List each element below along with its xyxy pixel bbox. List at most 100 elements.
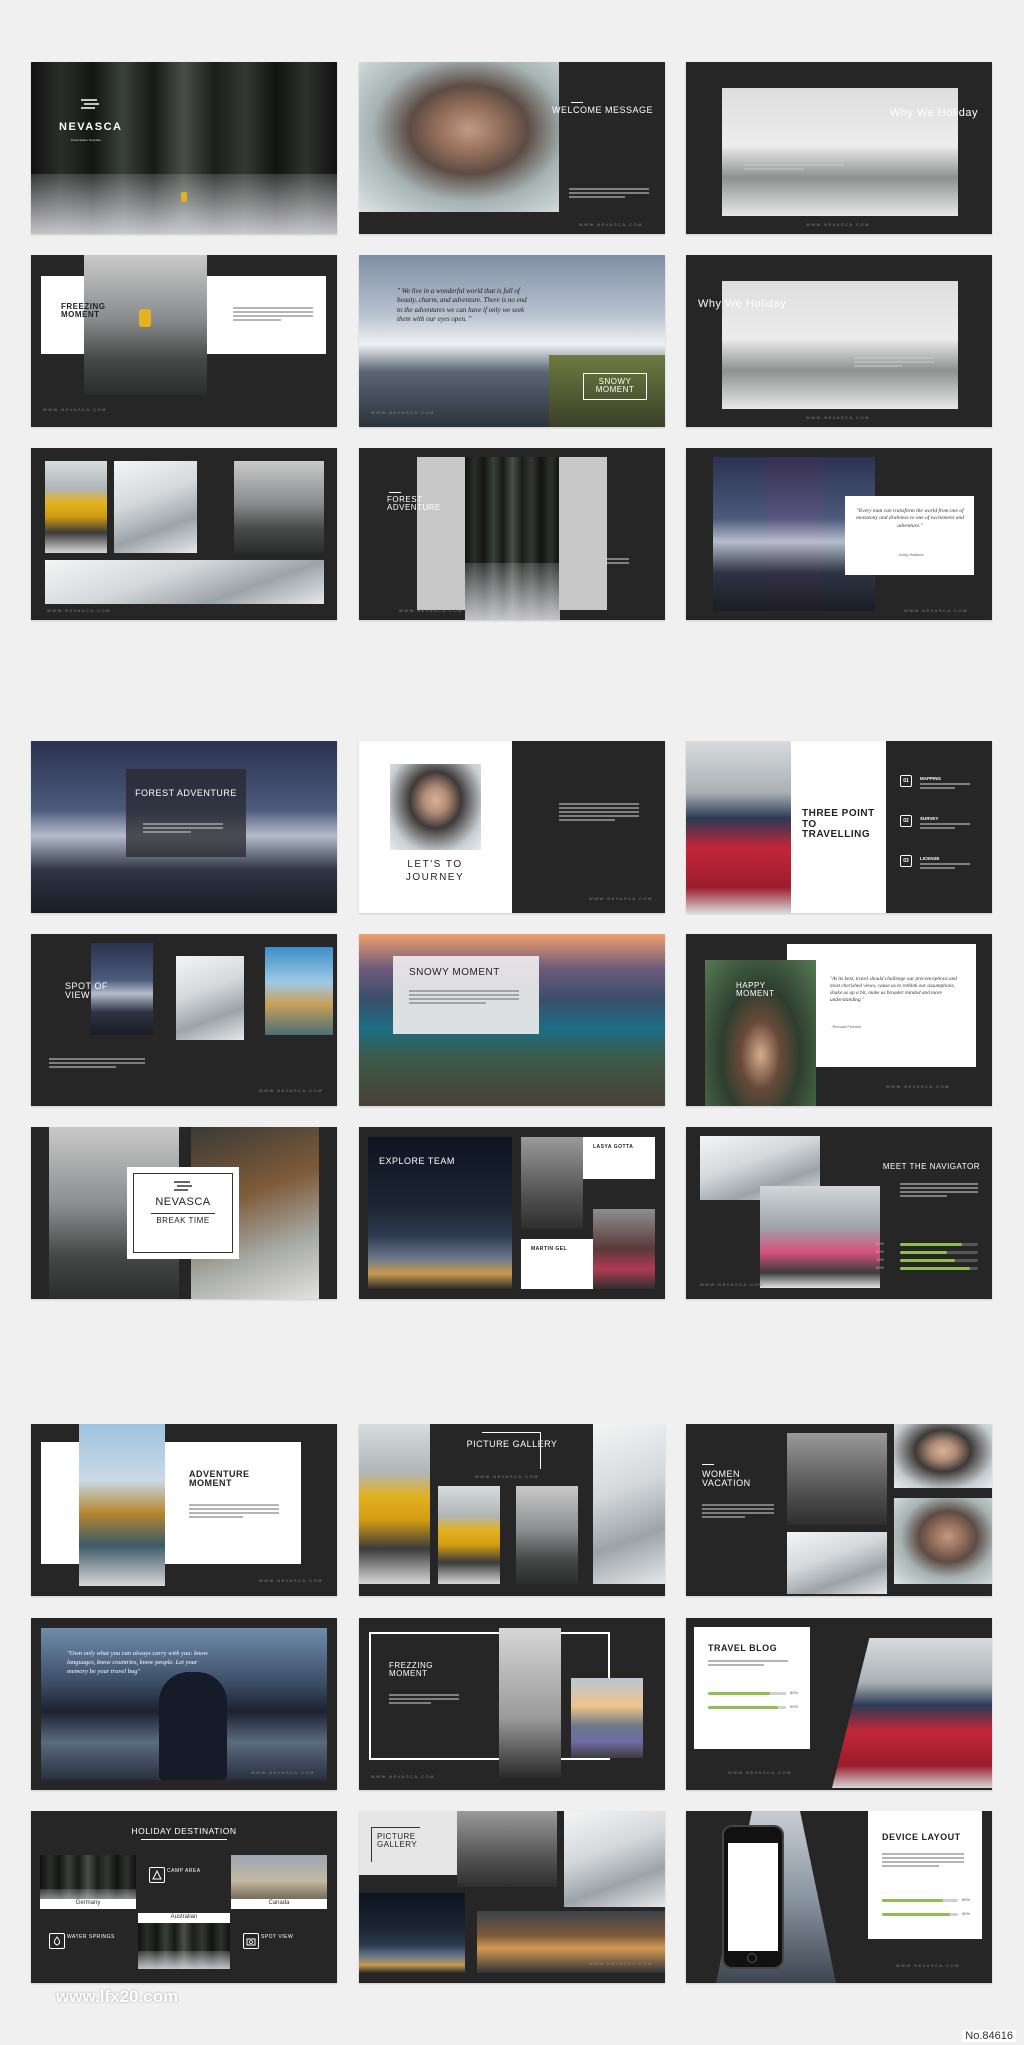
photo-blog-woman — [832, 1638, 992, 1788]
view-icon — [243, 1933, 259, 1949]
photo-women-1 — [787, 1433, 887, 1525]
blog-bar — [708, 1692, 786, 1695]
slide-device-layout[interactable]: DEVICE LAYOUT 80% 90% WWW.NEVASCA.COM — [686, 1811, 992, 1983]
photo-gallery-2 — [438, 1486, 500, 1584]
slide-forest-adventure[interactable]: FOREST ADVENTURE WWW.NEVASCA.COM — [359, 448, 665, 620]
slide-why-we-holiday[interactable]: Why We Holiday WWW.NEVASCA.COM — [686, 62, 992, 234]
frezzing-paragraph — [389, 1694, 459, 1706]
why-paragraph — [854, 357, 934, 369]
skill-fill — [900, 1259, 955, 1262]
photo-grey-sky — [499, 1628, 561, 1778]
snowy-label: SNOWY MOMENT — [583, 373, 647, 400]
quote-text: "At its best, travel should challenge ou… — [830, 976, 957, 1004]
slide-snowy-moment-lake[interactable]: SNOWY MOMENT — [359, 934, 665, 1106]
slide-freezing-moment[interactable]: FREEZING MOMENT WWW.NEVASCA.COM — [31, 255, 337, 427]
skill-bar — [900, 1243, 978, 1246]
catalog-number: No.84616 — [962, 2030, 1016, 2042]
slide-photo-collage[interactable]: WWW.NEVASCA.COM — [31, 448, 337, 620]
point-number: 03 — [900, 855, 912, 867]
spot-title: SPOT OF VIEW — [65, 981, 108, 1001]
photo-navigator-2 — [760, 1186, 880, 1288]
grey-panel-left — [417, 457, 465, 610]
title-overlay-box — [126, 769, 246, 857]
point-number: 01 — [900, 775, 912, 787]
photo-red-jacket — [686, 741, 791, 913]
camp-icon — [149, 1867, 165, 1883]
freezing-title: FREEZING MOMENT — [61, 302, 106, 320]
slide-lets-to-journey[interactable]: LET'S TO JOURNEY WWW.NEVASCA.COM — [359, 741, 665, 913]
welcome-paragraph — [569, 188, 649, 200]
slide-three-point-travelling[interactable]: THREE POINT TO TRAVELLING 01 MAPPING 02 … — [686, 741, 992, 913]
feature-view: SPOT VIEW — [261, 1934, 294, 1940]
water-icon — [49, 1933, 65, 1949]
grey-panel-right — [559, 457, 607, 610]
blog-bar-1: 80% — [708, 1690, 804, 1698]
point-text — [920, 863, 970, 871]
slide-forest-adventure-dusk[interactable]: FOREST ADVENTURE — [31, 741, 337, 913]
point-text — [920, 783, 970, 791]
slide-break-time[interactable]: NEVASCA BREAK TIME — [31, 1127, 337, 1299]
footer-url: WWW.NEVASCA.COM — [589, 1961, 653, 1966]
photo-sunset-mountain — [571, 1678, 643, 1758]
slide-mountain-quote[interactable]: "Every man can transform the world from … — [686, 448, 992, 620]
footer-url: WWW.NEVASCA.COM — [399, 608, 463, 613]
quote-author: - Irving Wallace — [896, 552, 924, 557]
footer-url: WWW.NEVASCA.COM — [475, 1474, 539, 1479]
photo-women-3 — [787, 1532, 887, 1594]
phone-home-button — [747, 1953, 757, 1963]
slide-travel-blog[interactable]: TRAVEL BLOG 80% 90% WWW.NEVASCA.COM — [686, 1618, 992, 1790]
slide-meet-navigator[interactable]: MEET THE NAVIGATOR 80% 60% 70% 90% WWW.N… — [686, 1127, 992, 1299]
brand-logo-icon — [172, 1179, 194, 1193]
footer-url: WWW.NEVASCA.COM — [259, 1578, 323, 1583]
slide-why-we-holiday-2[interactable]: Why We Holiday WWW.NEVASCA.COM — [686, 255, 992, 427]
slide-picture-gallery-2[interactable]: PICTURE GALLERY WWW.NEVASCA.COM — [359, 1811, 665, 1983]
women-paragraph — [702, 1504, 774, 1520]
photo-mountain-1 — [713, 457, 767, 611]
slide-explore-team[interactable]: LASYA GOTTA MARTIN GEL EXPLORE TEAM — [359, 1127, 665, 1299]
slide-frezzing-moment[interactable]: FREZZING MOMENT WWW.NEVASCA.COM — [359, 1618, 665, 1790]
place-australian: Australian — [170, 1914, 198, 1920]
place-germany: Germany — [75, 1900, 101, 1906]
slide-women-vacation[interactable]: WOMEN VACATION — [686, 1424, 992, 1596]
photo-yellow-jacket — [45, 461, 107, 553]
slide-cover[interactable]: NEVASCA Presentation Template — [31, 62, 337, 234]
skill-row-1: 80% — [876, 1241, 980, 1248]
hooded-figure — [159, 1672, 227, 1780]
photo-gallery-a — [457, 1811, 557, 1887]
photo-forest-road — [234, 461, 324, 553]
slide-holiday-destination[interactable]: HOLIDAY DESTINATION Germany Canada Austr… — [31, 1811, 337, 1983]
device-title: DEVICE LAYOUT — [882, 1832, 961, 1842]
welcome-title: WELCOME MESSAGE — [551, 105, 653, 115]
photo-snow-field — [45, 560, 324, 604]
divider-line — [151, 1213, 215, 1214]
photo-gallery-4 — [593, 1424, 665, 1584]
navigator-title: MEET THE NAVIGATOR — [882, 1162, 980, 1171]
blog-pct: 90% — [790, 1704, 799, 1709]
slide-snowy-moment-quote[interactable]: " We live in a wonderful world that is f… — [359, 255, 665, 427]
slide-welcome-message[interactable]: WELCOME MESSAGE WWW.NEVASCA.COM — [359, 62, 665, 234]
photo-mountain-2 — [767, 457, 821, 611]
footer-url: WWW.NEVASCA.COM — [259, 1088, 323, 1093]
slide-picture-gallery[interactable]: PICTURE GALLERY WWW.NEVASCA.COM — [359, 1424, 665, 1596]
footer-url: WWW.NEVASCA.COM — [806, 222, 870, 227]
photo-forest-path — [465, 457, 560, 620]
skill-pct: 60% — [876, 1249, 885, 1254]
title-accent-line — [702, 1464, 714, 1465]
slide-hooded-quote[interactable]: "Own only what you can always carry with… — [31, 1618, 337, 1790]
slide-happy-moment[interactable]: HAPPY MOMENT "At its best, travel should… — [686, 934, 992, 1106]
freezing-paragraph — [233, 307, 313, 323]
quote-text: "Every man can transform the world from … — [856, 508, 964, 529]
brand-subtitle: Presentation Template — [71, 138, 101, 142]
device-pct: 80% — [962, 1897, 971, 1902]
slide-spot-of-view[interactable]: SPOT OF VIEW WWW.NEVASCA.COM — [31, 934, 337, 1106]
device-bar-2: 90% — [882, 1911, 978, 1919]
slide-adventure-moment[interactable]: ADVENTURE MOMENT WWW.NEVASCA.COM — [31, 1424, 337, 1596]
title-accent-line — [571, 102, 583, 103]
frezzing-title: FREZZING MOMENT — [389, 1661, 433, 1679]
happy-title: HAPPY MOMENT — [736, 981, 775, 999]
skill-row-4: 90% — [876, 1265, 980, 1272]
point-label: LICENSE — [920, 856, 940, 861]
member-name-2: MARTIN GEL — [531, 1246, 568, 1252]
device-fill — [882, 1913, 951, 1916]
device-bar — [882, 1913, 958, 1916]
